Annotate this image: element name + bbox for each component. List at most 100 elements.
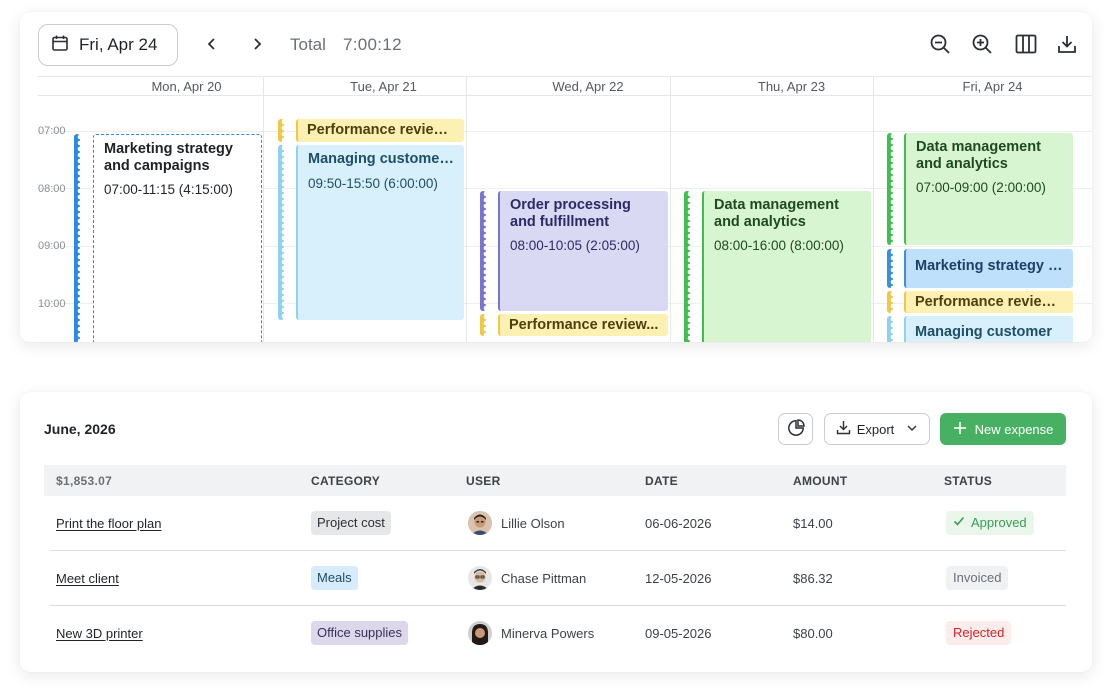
zoom-out-icon[interactable] (926, 30, 954, 58)
event-color-bar (278, 119, 284, 142)
expense-amount: $80.00 (793, 626, 833, 641)
day-header-wed: Wed, Apr 22 (552, 79, 624, 94)
plus-icon (953, 421, 967, 438)
day-header-mon: Mon, Apr 20 (151, 79, 222, 94)
export-button[interactable]: Export (824, 413, 930, 445)
event-title: Performance review... (915, 294, 1064, 310)
user-cell: Chase Pittman (468, 566, 586, 590)
event-performance-review-fri[interactable]: Performance review... (904, 291, 1073, 313)
event-title: Performance review... (307, 122, 455, 138)
columns-icon[interactable] (1012, 30, 1040, 58)
event-performance-review-wed[interactable]: Performance review... (498, 314, 668, 336)
avatar (468, 566, 492, 590)
event-color-bar (480, 314, 486, 336)
event-color-bar (887, 291, 893, 313)
avatar (468, 621, 492, 645)
category-badge: Office supplies (311, 621, 409, 645)
avatar (468, 511, 492, 535)
event-title: Order processing and fulfillment (510, 197, 631, 230)
zoom-in-icon[interactable] (968, 30, 996, 58)
header-status[interactable]: STATUS (944, 474, 992, 488)
status-label: Invoiced (953, 570, 1002, 585)
chevron-right-icon[interactable] (243, 30, 271, 58)
status-badge: Approved (946, 511, 1034, 535)
table-row[interactable]: New 3D printer Office supplies Minerva P… (50, 606, 1066, 661)
event-marketing-strategy-mon[interactable]: Marketing strategy and campaigns 07:00-1… (93, 134, 262, 342)
user-name: Minerva Powers (501, 625, 595, 641)
user-cell: Minerva Powers (468, 621, 594, 645)
calendar-toolbar: Fri, Apr 24 Total 7:00:12 (20, 12, 1092, 76)
new-expense-button[interactable]: New expense (940, 413, 1066, 445)
header-category[interactable]: CATEGORY (311, 474, 380, 488)
event-performance-review-tue[interactable]: Performance review... (296, 119, 464, 142)
event-color-bar (887, 249, 893, 288)
event-color-bar (74, 134, 80, 342)
expense-date: 12-05-2026 (645, 571, 712, 586)
event-title: Managing customer... (308, 151, 454, 167)
pie-chart-icon (787, 418, 805, 440)
grid-divider (873, 76, 874, 342)
table-header: $1,853.07 CATEGORY USER DATE AMOUNT STAT… (44, 465, 1066, 496)
grid-divider (670, 76, 671, 342)
status-badge: Invoiced (946, 566, 1009, 590)
event-title: Performance review... (509, 317, 659, 333)
chevron-down-icon (906, 422, 918, 437)
expense-date: 09-05-2026 (645, 626, 712, 641)
expense-title[interactable]: Print the floor plan (56, 516, 162, 531)
event-title: Managing customer (915, 324, 1052, 340)
user-name: Lillie Olson (501, 515, 565, 531)
hour-label-0900: 09:00 (38, 240, 66, 252)
table-row[interactable]: Meet client Meals Chase Pittman 12-05-20… (50, 551, 1066, 606)
event-data-management-thu[interactable]: Data management and analytics 08:00-16:0… (702, 191, 871, 342)
event-time: 07:00-11:15 (4:15:00) (104, 182, 233, 197)
event-time: 09:50-15:50 (6:00:00) (308, 176, 438, 191)
day-header-thu: Thu, Apr 23 (757, 79, 826, 94)
event-managing-customer-fri[interactable]: Managing customer (904, 316, 1073, 342)
event-time: 08:00-16:00 (8:00:00) (714, 238, 844, 253)
date-picker-button[interactable]: Fri, Apr 24 (38, 24, 178, 66)
event-marketing-strategy-fri[interactable]: Marketing strategy a... (904, 249, 1073, 288)
export-label: Export (856, 421, 895, 437)
header-user[interactable]: USER (466, 474, 501, 488)
user-cell: Lillie Olson (468, 511, 565, 535)
hour-label-1000: 10:00 (38, 298, 66, 310)
grid-line (38, 131, 1092, 132)
event-color-bar (480, 191, 486, 311)
download-icon (836, 420, 851, 438)
category-badge: Project cost (311, 511, 391, 535)
header-amount[interactable]: AMOUNT (793, 474, 847, 488)
event-title: Marketing strategy a... (915, 258, 1064, 274)
event-managing-customer-tue[interactable]: Managing customer... 09:50-15:50 (6:00:0… (296, 145, 464, 320)
chevron-left-icon[interactable] (198, 30, 226, 58)
event-order-processing-wed[interactable]: Order processing and fulfillment 08:00-1… (498, 191, 668, 311)
table-row[interactable]: Print the floor plan Project cost Lillie… (50, 496, 1066, 551)
expenses-period-title: June, 2026 (44, 421, 116, 437)
check-icon (953, 511, 965, 535)
grid-divider (263, 76, 264, 342)
user-name: Chase Pittman (501, 570, 587, 586)
hour-label-0800: 08:00 (38, 183, 66, 195)
grid-divider (466, 76, 467, 342)
header-date[interactable]: DATE (645, 474, 678, 488)
expense-amount: $86.32 (793, 571, 833, 586)
expense-title[interactable]: New 3D printer (56, 626, 143, 641)
hour-label-0700: 07:00 (38, 125, 66, 137)
event-data-management-fri[interactable]: Data management and analytics 07:00-09:0… (904, 133, 1073, 245)
calendar-grid: 07:00 08:00 09:00 10:00 Marketing strate… (38, 76, 1092, 342)
current-date-label: Fri, Apr 24 (79, 35, 158, 54)
total-label: Total (290, 35, 326, 54)
day-header-fri: Fri, Apr 24 (962, 79, 1023, 94)
calendar-icon (51, 34, 69, 57)
event-color-bar (278, 145, 284, 320)
day-header-tue: Tue, Apr 21 (350, 79, 417, 94)
download-icon[interactable] (1053, 30, 1081, 58)
expense-title[interactable]: Meet client (56, 571, 119, 586)
calendar-card: Fri, Apr 24 Total 7:00:12 Mon, Apr 20 Tu… (20, 12, 1092, 342)
expense-amount: $14.00 (793, 516, 833, 531)
expense-date: 06-06-2026 (645, 516, 712, 531)
status-label: Rejected (953, 625, 1005, 640)
total-value: 7:00:12 (343, 35, 402, 54)
chart-view-button[interactable] (778, 413, 813, 445)
status-badge: Rejected (946, 621, 1012, 645)
calendar-day-header: Mon, Apr 20 Tue, Apr 21 Wed, Apr 22 Thu,… (38, 76, 1092, 96)
